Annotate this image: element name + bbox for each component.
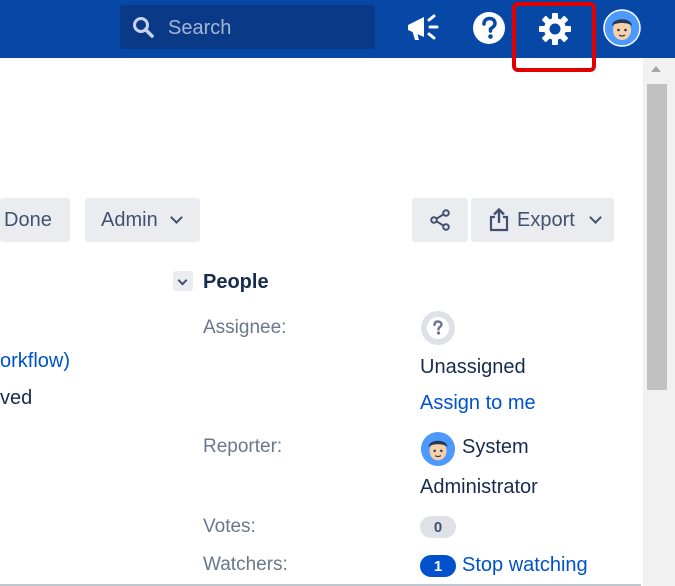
megaphone-icon[interactable]	[405, 12, 441, 44]
people-collapse-toggle[interactable]	[173, 271, 193, 291]
search-placeholder: Search	[168, 17, 232, 39]
admin-button-label: Admin	[101, 208, 158, 231]
assignee-label: Assignee:	[203, 317, 287, 338]
votes-label: Votes:	[203, 516, 256, 537]
share-button[interactable]	[412, 198, 468, 242]
export-button-label: Export	[517, 208, 575, 231]
admin-button[interactable]: Admin	[85, 198, 200, 242]
content-area	[0, 58, 641, 586]
reporter-name-continued: Administrator	[420, 476, 538, 498]
assignee-value: Unassigned	[420, 356, 526, 378]
assign-to-me-link[interactable]: Assign to me	[420, 392, 536, 415]
avatar[interactable]	[603, 9, 641, 47]
reporter-name[interactable]: System	[462, 436, 529, 459]
gear-icon[interactable]	[537, 11, 573, 47]
done-button-label: Done	[4, 208, 52, 231]
reporter-label: Reporter:	[203, 436, 283, 457]
people-section-title: People	[203, 271, 269, 293]
chevron-down-icon	[177, 275, 188, 286]
chevron-down-icon	[588, 211, 602, 224]
chevron-down-icon	[169, 211, 183, 224]
help-icon[interactable]	[472, 11, 506, 45]
votes-count-badge[interactable]: 0	[420, 516, 456, 538]
export-button[interactable]: Export	[471, 198, 614, 242]
search-input[interactable]: Search	[120, 5, 375, 49]
workflow-link[interactable]: orkflow)	[0, 350, 70, 373]
scroll-up-arrow-icon[interactable]	[651, 66, 661, 72]
export-icon	[489, 208, 509, 232]
done-button[interactable]: Done	[0, 198, 70, 242]
top-navigation-bar: Search	[0, 0, 675, 58]
resolution-value: ved	[0, 387, 33, 409]
share-icon	[430, 209, 450, 231]
watchers-count-badge[interactable]: 1	[420, 555, 456, 577]
reporter-avatar	[420, 431, 456, 467]
search-icon	[133, 17, 154, 38]
stop-watching-link[interactable]: Stop watching	[462, 554, 588, 577]
unassigned-avatar-icon	[421, 311, 455, 345]
watchers-label: Watchers:	[203, 554, 288, 575]
scrollbar-thumb[interactable]	[647, 84, 667, 390]
